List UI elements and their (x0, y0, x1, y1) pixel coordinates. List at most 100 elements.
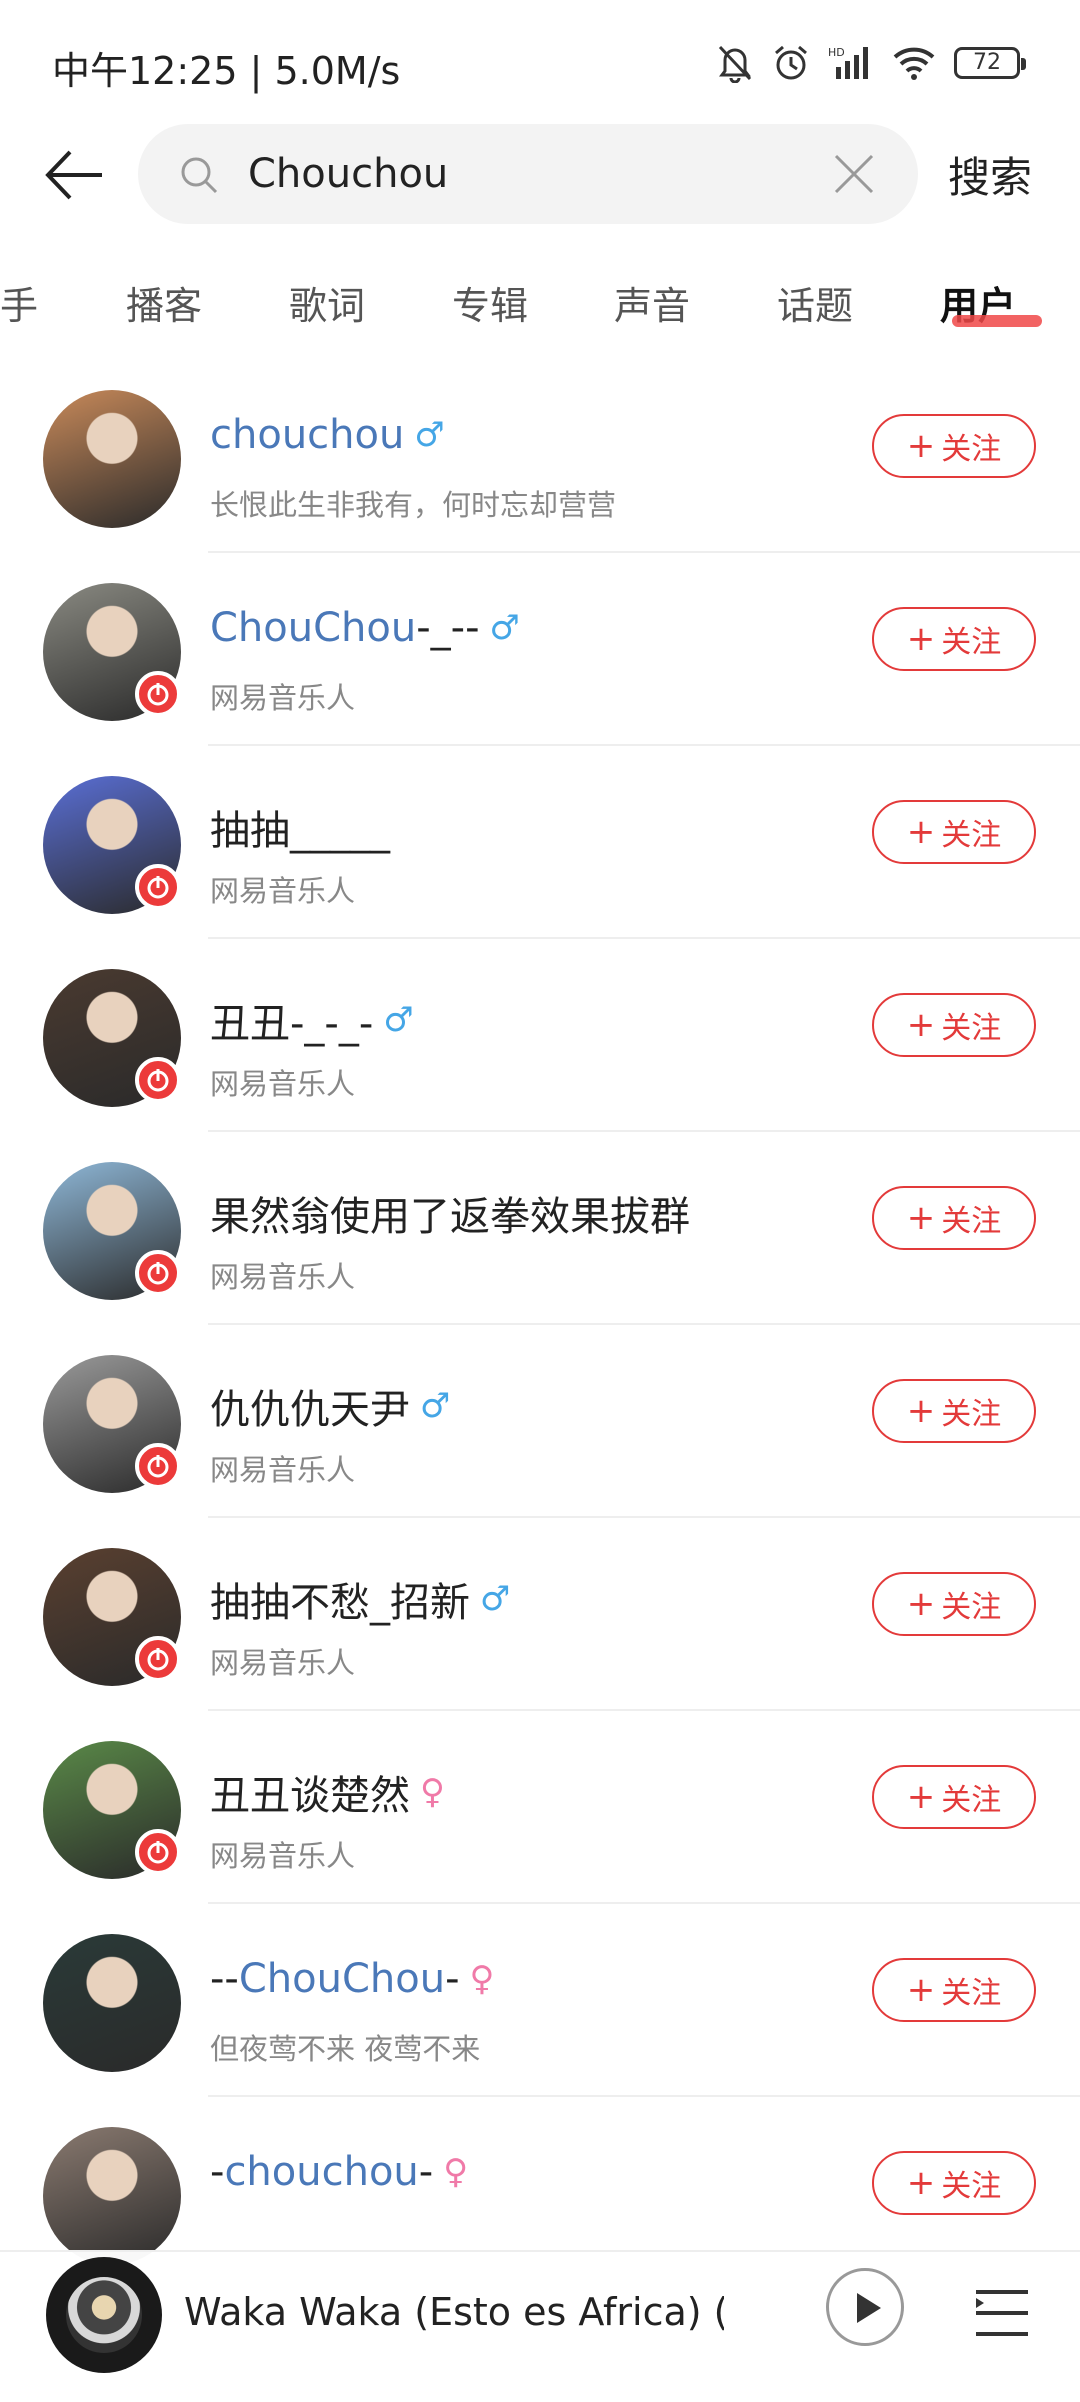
follow-label: 关注 (941, 818, 1002, 853)
follow-label: 关注 (941, 1011, 1002, 1046)
user-name-prefix: - (210, 2149, 225, 2195)
tab-singer[interactable]: 手 (0, 275, 38, 330)
plus-icon: + (906, 1584, 936, 1624)
user-row[interactable]: 抽抽_____ 网易音乐人 + 关注 (0, 746, 1080, 939)
arrow-left-icon (45, 150, 102, 200)
back-button[interactable] (40, 140, 110, 210)
follow-label: 关注 (941, 625, 1002, 660)
user-name[interactable]: -- ChouChou - ♀ (210, 1956, 494, 2002)
plus-icon: + (906, 2163, 936, 2203)
now-playing-title[interactable]: Waka Waka (Esto es Africa) (... (184, 2290, 724, 2334)
avatar[interactable] (43, 1934, 181, 2072)
tab-album[interactable]: 专辑 (452, 275, 528, 330)
user-name-prefix: 抽抽_____ (210, 808, 390, 854)
user-name-prefix: 丑丑-_-_- (210, 1001, 374, 1047)
user-row[interactable]: chouchou ♂ 长恨此生非我有，何时忘却营营 + 关注 (0, 360, 1080, 553)
user-row[interactable]: 仇仇仇天尹 ♂ 网易音乐人 + 关注 (0, 1325, 1080, 1518)
result-tabs: 手 播客 歌词 专辑 声音 话题 用户 (0, 255, 1080, 345)
female-icon: ♀ (469, 1959, 495, 1999)
play-button[interactable] (826, 2268, 904, 2346)
tab-lyrics[interactable]: 歌词 (289, 275, 365, 330)
search-button[interactable]: 搜索 (948, 144, 1032, 205)
wifi-icon (892, 45, 936, 81)
user-row[interactable]: 丑丑-_-_- ♂ 网易音乐人 + 关注 (0, 939, 1080, 1132)
avatar[interactable] (43, 2127, 181, 2265)
user-name-prefix: -- (210, 1956, 239, 2002)
user-name[interactable]: 丑丑-_-_- ♂ (210, 991, 414, 1049)
tab-sound[interactable]: 声音 (614, 275, 690, 330)
user-name-match: chouchou (210, 412, 405, 458)
playlist-button[interactable] (972, 2286, 1032, 2340)
plus-icon: + (906, 1970, 936, 2010)
follow-label: 关注 (941, 1204, 1002, 1239)
follow-button[interactable]: + 关注 (872, 2151, 1036, 2215)
user-row[interactable]: ChouChou -_-- ♂ 网易音乐人 + 关注 (0, 553, 1080, 746)
follow-button[interactable]: + 关注 (872, 414, 1036, 478)
follow-button[interactable]: + 关注 (872, 993, 1036, 1057)
musician-badge-icon (135, 1057, 181, 1103)
user-row[interactable]: 抽抽不愁_招新 ♂ 网易音乐人 + 关注 (0, 1518, 1080, 1711)
user-description: 网易音乐人 (210, 1260, 356, 1294)
user-name[interactable]: 仇仇仇天尹 ♂ (210, 1377, 450, 1435)
album-disc[interactable] (46, 2257, 162, 2373)
follow-button[interactable]: + 关注 (872, 1379, 1036, 1443)
signal-icon: HD (828, 45, 874, 81)
tab-podcast[interactable]: 播客 (126, 275, 202, 330)
musician-badge-icon (135, 1829, 181, 1875)
user-description: 网易音乐人 (210, 681, 356, 715)
user-name[interactable]: 抽抽不愁_招新 ♂ (210, 1570, 510, 1628)
user-name[interactable]: 丑丑谈楚然 ♀ (210, 1763, 445, 1821)
mute-bell-icon (716, 43, 754, 83)
follow-label: 关注 (941, 1976, 1002, 2011)
user-description: 网易音乐人 (210, 1453, 356, 1487)
plus-icon: + (906, 619, 936, 659)
status-bar: 中午12:25 | 5.0M/s HD 72 (0, 0, 1080, 120)
user-name[interactable]: - chouchou - ♀ (210, 2149, 468, 2195)
follow-button[interactable]: + 关注 (872, 1958, 1036, 2022)
user-row[interactable]: 丑丑谈楚然 ♀ 网易音乐人 + 关注 (0, 1711, 1080, 1904)
user-name[interactable]: 果然翁使用了返拳效果拔群 (210, 1184, 690, 1242)
active-tab-indicator (952, 315, 1042, 327)
follow-button[interactable]: + 关注 (872, 607, 1036, 671)
user-row[interactable]: 果然翁使用了返拳效果拔群网易音乐人 + 关注 (0, 1132, 1080, 1325)
plus-icon: + (906, 1005, 936, 1045)
follow-label: 关注 (941, 1590, 1002, 1625)
follow-label: 关注 (941, 1397, 1002, 1432)
follow-button[interactable]: + 关注 (872, 1186, 1036, 1250)
search-input[interactable] (248, 124, 808, 224)
user-name-prefix: 丑丑谈楚然 (210, 1773, 410, 1819)
plus-icon: + (906, 1391, 936, 1431)
female-icon: ♀ (420, 1772, 445, 1812)
user-name-suffix: - (445, 1956, 460, 2002)
male-icon: ♂ (480, 1579, 511, 1619)
user-name-suffix: -_-- (416, 605, 480, 651)
battery-icon: 72 (954, 47, 1026, 79)
follow-button[interactable]: + 关注 (872, 1572, 1036, 1636)
status-icons: HD 72 (716, 38, 1026, 88)
user-name[interactable]: ChouChou -_-- ♂ (210, 605, 520, 651)
user-name-match: chouchou (224, 2149, 419, 2195)
playlist-icon (976, 2290, 1028, 2336)
clear-search-button[interactable] (830, 150, 878, 198)
follow-button[interactable]: + 关注 (872, 800, 1036, 864)
musician-badge-icon (135, 1636, 181, 1682)
user-name[interactable]: chouchou ♂ (210, 412, 445, 458)
user-name[interactable]: 抽抽_____ (210, 798, 390, 856)
avatar[interactable] (43, 390, 181, 528)
user-name-suffix: - (418, 2149, 434, 2195)
plus-icon: + (906, 1198, 936, 1238)
tab-topic[interactable]: 话题 (777, 275, 853, 330)
user-name-match: ChouChou (238, 1956, 446, 2002)
user-name-prefix: 果然翁使用了返拳效果拔群 (210, 1194, 690, 1240)
search-box[interactable] (138, 124, 918, 224)
close-icon (834, 154, 874, 194)
follow-label: 关注 (941, 1783, 1002, 1818)
user-description: 网易音乐人 (210, 874, 356, 908)
mini-player[interactable]: Waka Waka (Esto es Africa) (... (0, 2250, 1080, 2402)
alarm-icon (772, 43, 810, 83)
user-description: 网易音乐人 (210, 1646, 356, 1680)
search-header: 搜索 (0, 120, 1080, 230)
user-row[interactable]: -- ChouChou - ♀ 但夜莺不来 夜莺不来 + 关注 (0, 1904, 1080, 2097)
male-icon: ♂ (383, 1000, 414, 1040)
follow-button[interactable]: + 关注 (872, 1765, 1036, 1829)
